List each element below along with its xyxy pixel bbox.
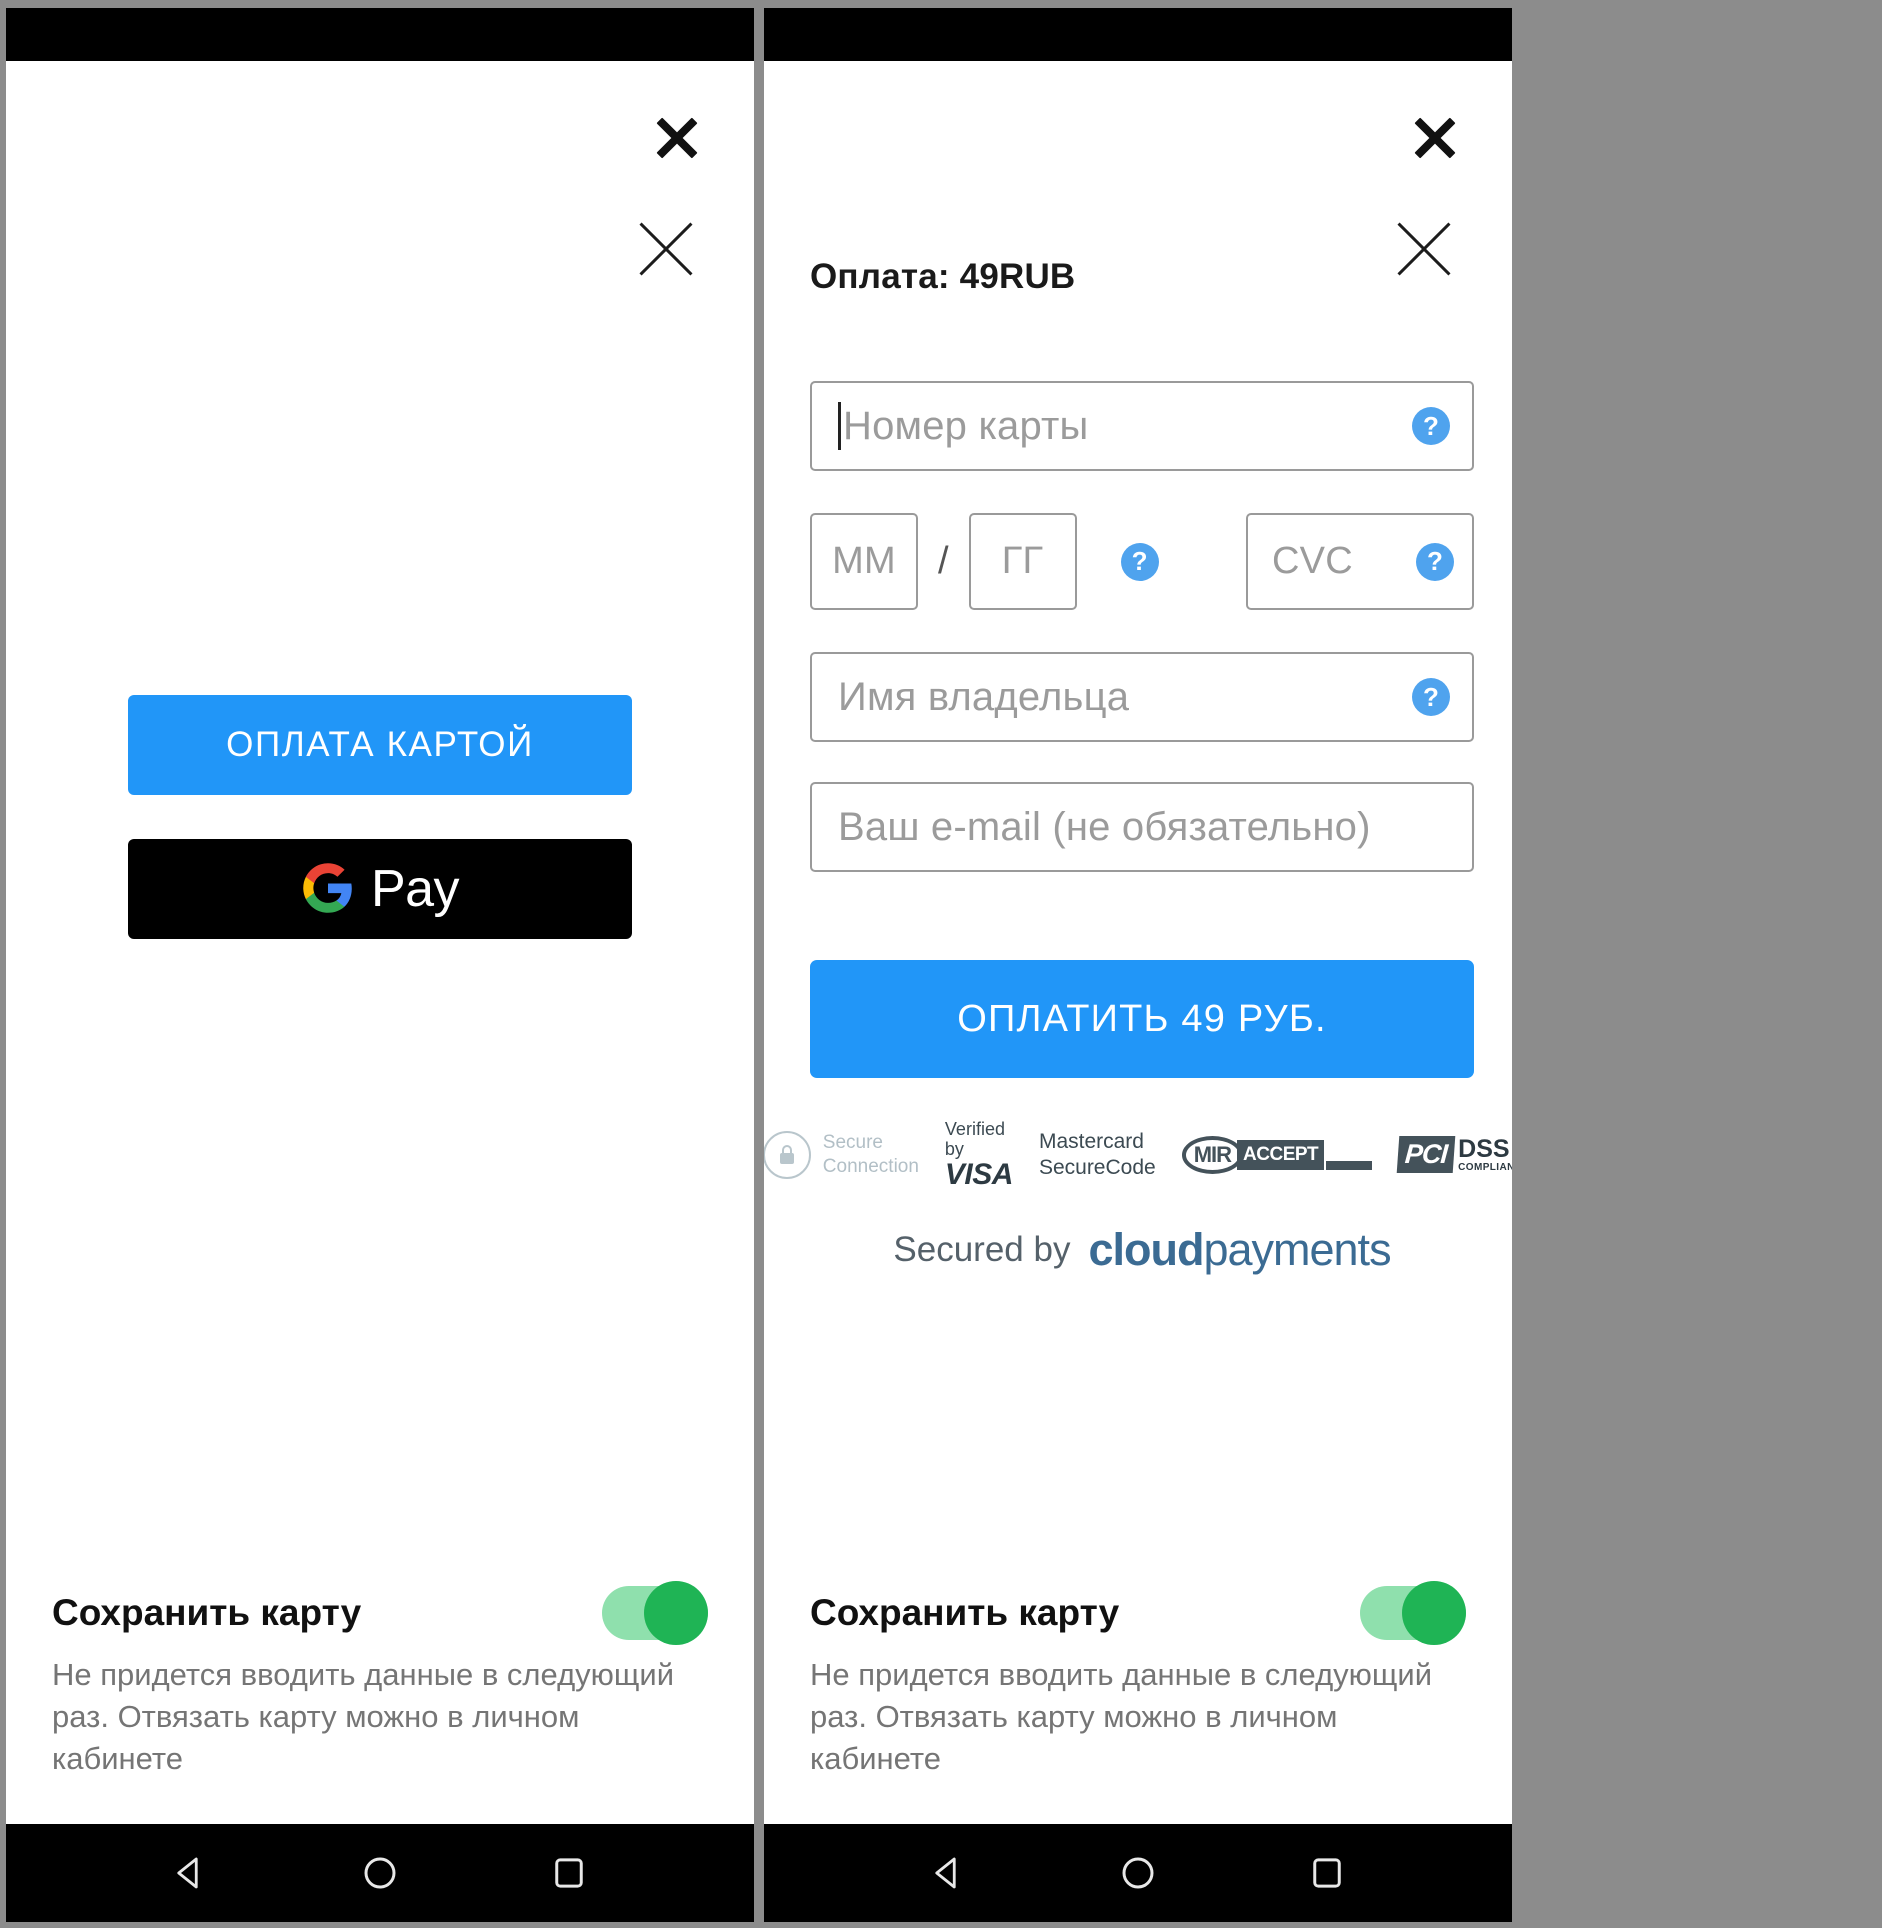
- expiry-month-placeholder: ММ: [832, 540, 896, 582]
- expiry-separator: /: [938, 540, 949, 582]
- card-payment-form: Номер карты ? ММ / ГГ ? CVC ? Имя владел…: [764, 381, 1512, 1276]
- close-icon-thin[interactable]: [630, 213, 702, 285]
- phone-screen-payment-method: ОПЛАТА КАРТОЙ Pay Сохранить карту Не при…: [6, 8, 754, 1922]
- visa-logo: VISA: [944, 1157, 1014, 1191]
- mir-accept-badge: MIR ACCEPT: [1181, 1135, 1373, 1174]
- dss-text: DSS COMPLIANT: [1458, 1134, 1512, 1173]
- save-card-title-right: Сохранить карту: [810, 1592, 1120, 1634]
- android-nav-bar-right: [764, 1824, 1512, 1922]
- payment-amount-title: Оплата: 49RUB: [810, 257, 1076, 296]
- save-card-toggle-left[interactable]: [602, 1581, 708, 1646]
- mastercard-line-1: Mastercard: [1038, 1129, 1144, 1153]
- save-card-description-right: Не придется вводить данные в следующий р…: [810, 1657, 1433, 1777]
- submit-payment-button[interactable]: ОПЛАТИТЬ 49 РУБ.: [810, 960, 1474, 1078]
- cloudpayments-logo-bold: cloud: [1088, 1223, 1204, 1275]
- save-card-section-left: Сохранить карту Не придется вводить данн…: [6, 1581, 754, 1780]
- google-pay-button[interactable]: Pay: [128, 839, 632, 939]
- close-icon-bold[interactable]: [648, 109, 706, 167]
- pay-by-card-button[interactable]: ОПЛАТА КАРТОЙ: [128, 695, 632, 795]
- submit-payment-label: ОПЛАТИТЬ 49 РУБ.: [957, 997, 1327, 1040]
- mir-logo: MIR: [1181, 1135, 1244, 1174]
- secured-by-label: Secured by: [893, 1229, 1071, 1269]
- save-card-header-right: Сохранить карту: [810, 1581, 1466, 1646]
- nav-recents-icon-left[interactable]: [541, 1845, 597, 1901]
- expiry-cvc-row: ММ / ГГ ? CVC ?: [810, 513, 1474, 610]
- nav-back-icon-right[interactable]: [921, 1845, 977, 1901]
- nav-back-icon-left[interactable]: [163, 1845, 219, 1901]
- phone-screen-card-form: Оплата: 49RUB Номер карты ? ММ / ГГ ? CV…: [764, 8, 1512, 1922]
- cardholder-help-icon[interactable]: ?: [1412, 678, 1450, 716]
- pci-dss-badge: PCI DSS COMPLIANT: [1396, 1134, 1512, 1174]
- nav-home-icon-left[interactable]: [352, 1845, 408, 1901]
- toggle-knob-right: [1402, 1581, 1466, 1646]
- payment-method-body: ОПЛАТА КАРТОЙ Pay Сохранить карту Не при…: [6, 61, 754, 1824]
- expiry-month-input[interactable]: ММ: [810, 513, 918, 610]
- expiry-help-icon[interactable]: ?: [1120, 542, 1159, 581]
- mir-key-tail-icon: [1326, 1160, 1373, 1170]
- lock-icon: [764, 1130, 811, 1179]
- secured-by-footer: Secured by cloudpayments: [810, 1224, 1474, 1276]
- cvc-input[interactable]: CVC ?: [1246, 513, 1474, 610]
- card-number-input[interactable]: Номер карты ?: [810, 381, 1474, 471]
- close-icon-bold[interactable]: [1406, 109, 1464, 167]
- dss-label: DSS: [1458, 1134, 1510, 1163]
- cardholder-name-input[interactable]: Имя владельца ?: [810, 652, 1474, 742]
- save-card-title-left: Сохранить карту: [52, 1592, 362, 1634]
- expiry-year-input[interactable]: ГГ: [968, 513, 1077, 610]
- android-nav-bar-left: [6, 1824, 754, 1922]
- card-form-body: Оплата: 49RUB Номер карты ? ММ / ГГ ? CV…: [764, 61, 1512, 1824]
- secure-line-1: Secure: [822, 1132, 883, 1154]
- toggle-knob-left: [644, 1581, 708, 1646]
- status-bar-right: [764, 8, 1512, 61]
- nav-home-icon-right[interactable]: [1110, 1845, 1166, 1901]
- nav-recents-icon-right[interactable]: [1299, 1845, 1355, 1901]
- card-number-help-icon[interactable]: ?: [1412, 407, 1450, 445]
- mir-accept-label: ACCEPT: [1237, 1139, 1325, 1170]
- save-card-toggle-right[interactable]: [1360, 1581, 1466, 1646]
- screenshot-root: ОПЛАТА КАРТОЙ Pay Сохранить карту Не при…: [0, 0, 1882, 1928]
- security-badges-row: Secure Connection Verified by VISA Maste…: [764, 1119, 1512, 1191]
- cvc-help-icon[interactable]: ?: [1416, 542, 1454, 581]
- expiry-year-placeholder: ГГ: [1001, 540, 1044, 582]
- close-icon-thin[interactable]: [1388, 213, 1460, 285]
- visa-verified-label: Verified by: [944, 1119, 1005, 1159]
- status-bar-left: [6, 8, 754, 61]
- verified-by-visa-badge: Verified by VISA: [944, 1119, 1014, 1191]
- mastercard-line-2: SecureCode: [1038, 1155, 1156, 1179]
- cardholder-name-placeholder: Имя владельца: [838, 674, 1130, 719]
- dss-compliant-label: COMPLIANT: [1458, 1161, 1512, 1173]
- cloudpayments-logo-light: payments: [1203, 1223, 1391, 1275]
- cvc-placeholder: CVC: [1272, 540, 1353, 582]
- secure-connection-badge: Secure Connection: [764, 1130, 919, 1179]
- secure-connection-text: Secure Connection: [823, 1131, 919, 1179]
- pci-logo: PCI: [1396, 1136, 1456, 1174]
- cloudpayments-logo: cloudpayments: [1088, 1223, 1391, 1276]
- text-caret: [838, 402, 841, 450]
- pay-by-card-label: ОПЛАТА КАРТОЙ: [226, 725, 534, 764]
- google-g-icon: [301, 861, 355, 918]
- save-card-section-right: Сохранить карту Не придется вводить данн…: [764, 1581, 1512, 1780]
- google-pay-label: Pay: [370, 860, 460, 918]
- payment-method-actions: ОПЛАТА КАРТОЙ Pay: [6, 695, 754, 939]
- save-card-header-left: Сохранить карту: [52, 1581, 708, 1646]
- mastercard-securecode-badge: Mastercard SecureCode: [1039, 1129, 1156, 1182]
- save-card-description-left: Не придется вводить данные в следующий р…: [52, 1657, 675, 1777]
- card-number-placeholder: Номер карты: [843, 403, 1089, 448]
- secure-line-2: Connection: [822, 1155, 919, 1177]
- email-placeholder: Ваш e-mail (не обязательно): [838, 804, 1371, 849]
- email-input[interactable]: Ваш e-mail (не обязательно): [810, 782, 1474, 872]
